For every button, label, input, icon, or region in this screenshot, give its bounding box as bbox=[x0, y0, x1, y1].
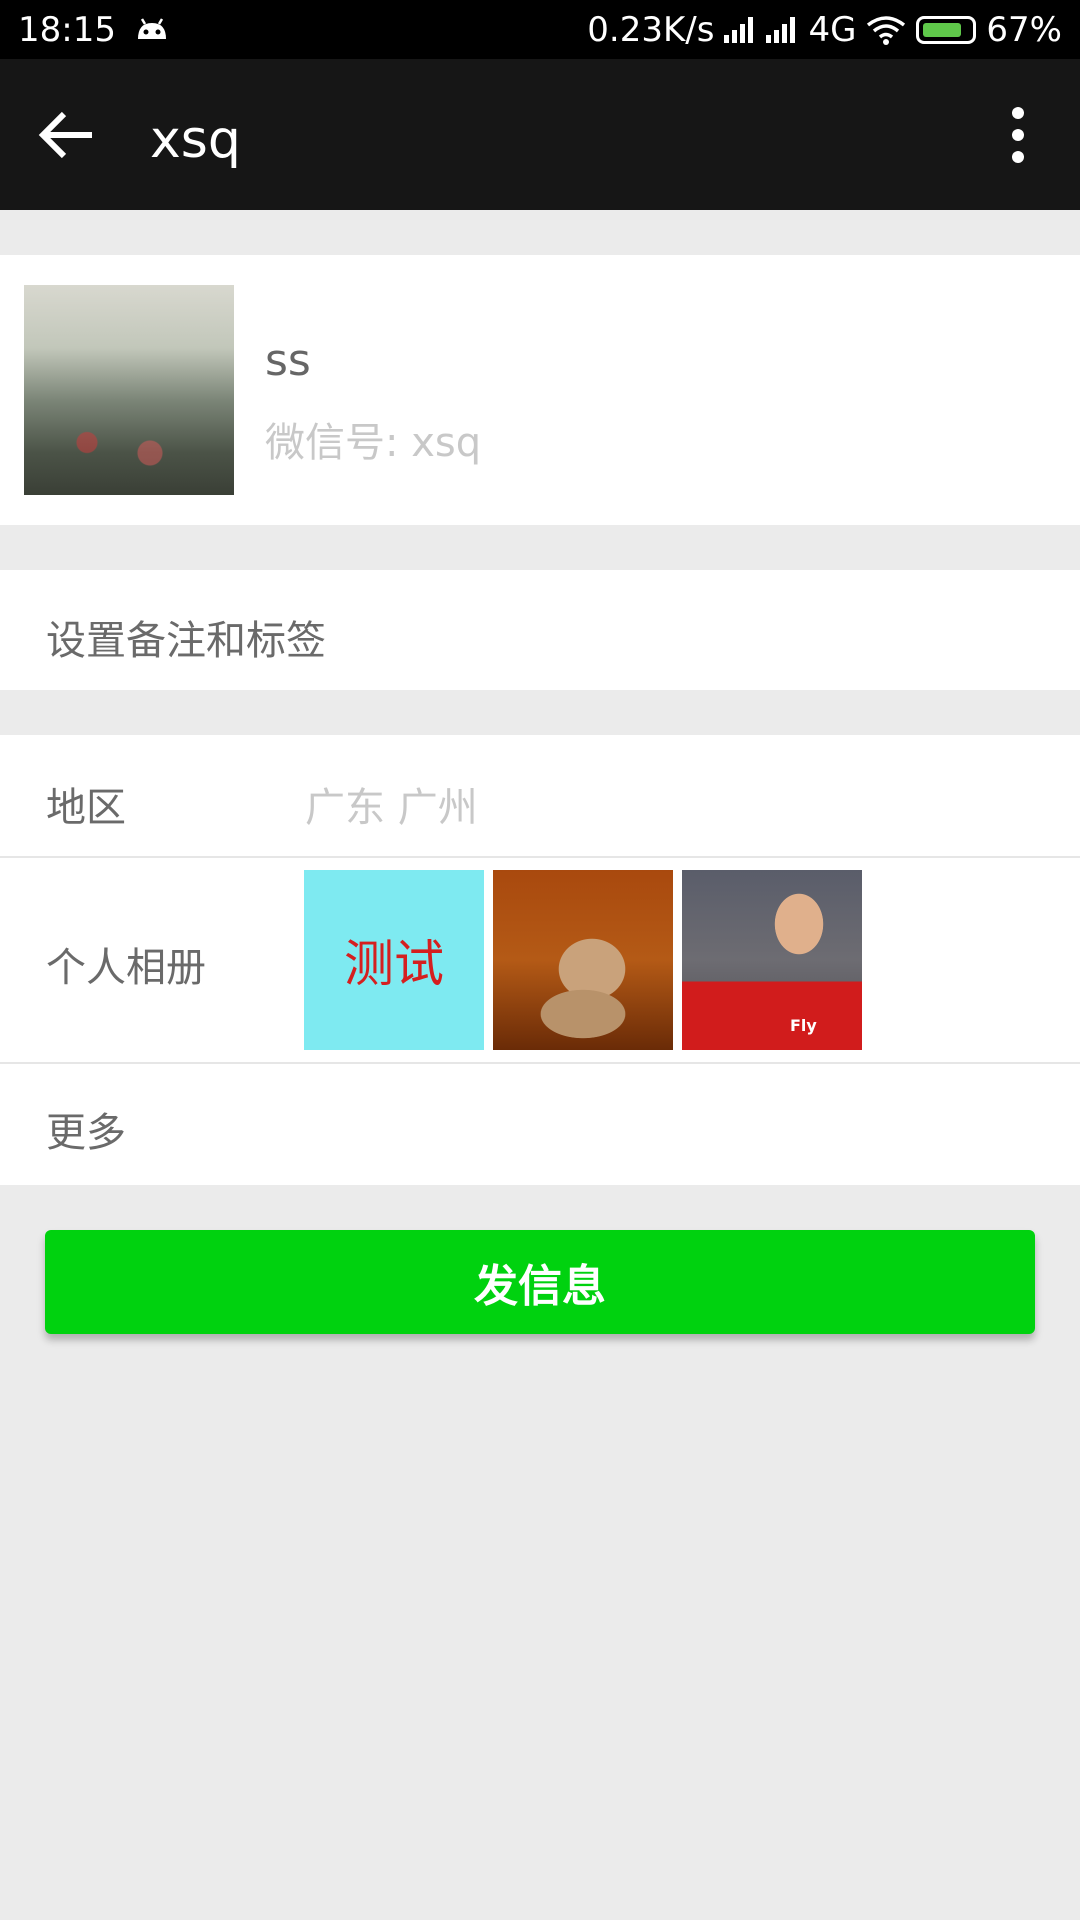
profile-card bbox=[0, 255, 1080, 525]
contact-name: ss bbox=[265, 335, 311, 386]
arrow-left-icon bbox=[38, 111, 92, 159]
signal-icon bbox=[724, 16, 756, 43]
divider bbox=[0, 856, 1080, 858]
region-value: 广东 广州 bbox=[305, 785, 478, 831]
jersey-text: Fly bbox=[790, 1016, 817, 1035]
remark-tags-row[interactable]: 设置备注和标签 bbox=[0, 570, 1080, 690]
remark-label: 设置备注和标签 bbox=[46, 618, 326, 664]
wechat-id: 微信号: xsq bbox=[265, 420, 482, 466]
battery-charging-icon bbox=[916, 15, 977, 44]
status-time: 18:15 bbox=[18, 9, 116, 50]
avatar[interactable] bbox=[24, 285, 234, 495]
page-title: xsq bbox=[150, 110, 241, 170]
battery-level: 67% bbox=[986, 9, 1062, 50]
net-speed: 0.23K/s bbox=[587, 9, 715, 50]
android-icon bbox=[137, 17, 166, 39]
send-message-button[interactable]: 发信息 bbox=[45, 1230, 1035, 1334]
network-type: 4G bbox=[808, 9, 857, 50]
vertical-dots-icon bbox=[1012, 107, 1024, 163]
status-bar: 18:15 0.23K/s 4G 67% bbox=[0, 0, 1080, 59]
app-toolbar: xsq bbox=[0, 59, 1080, 210]
wifi-icon bbox=[867, 15, 906, 45]
album-thumb-1[interactable]: 测试 bbox=[304, 870, 484, 1050]
more-options-button[interactable] bbox=[986, 103, 1050, 167]
back-button[interactable] bbox=[30, 99, 102, 171]
more-label: 更多 bbox=[46, 1110, 126, 1156]
album-thumb-caption: 测试 bbox=[344, 935, 444, 993]
album-thumb-2[interactable] bbox=[493, 870, 673, 1050]
divider bbox=[0, 1062, 1080, 1064]
album-thumb-3[interactable]: Fly bbox=[682, 870, 862, 1050]
album-label: 个人相册 bbox=[46, 945, 206, 991]
send-message-label: 发信息 bbox=[474, 1261, 606, 1312]
region-label: 地区 bbox=[46, 785, 126, 831]
signal-icon bbox=[766, 16, 798, 43]
